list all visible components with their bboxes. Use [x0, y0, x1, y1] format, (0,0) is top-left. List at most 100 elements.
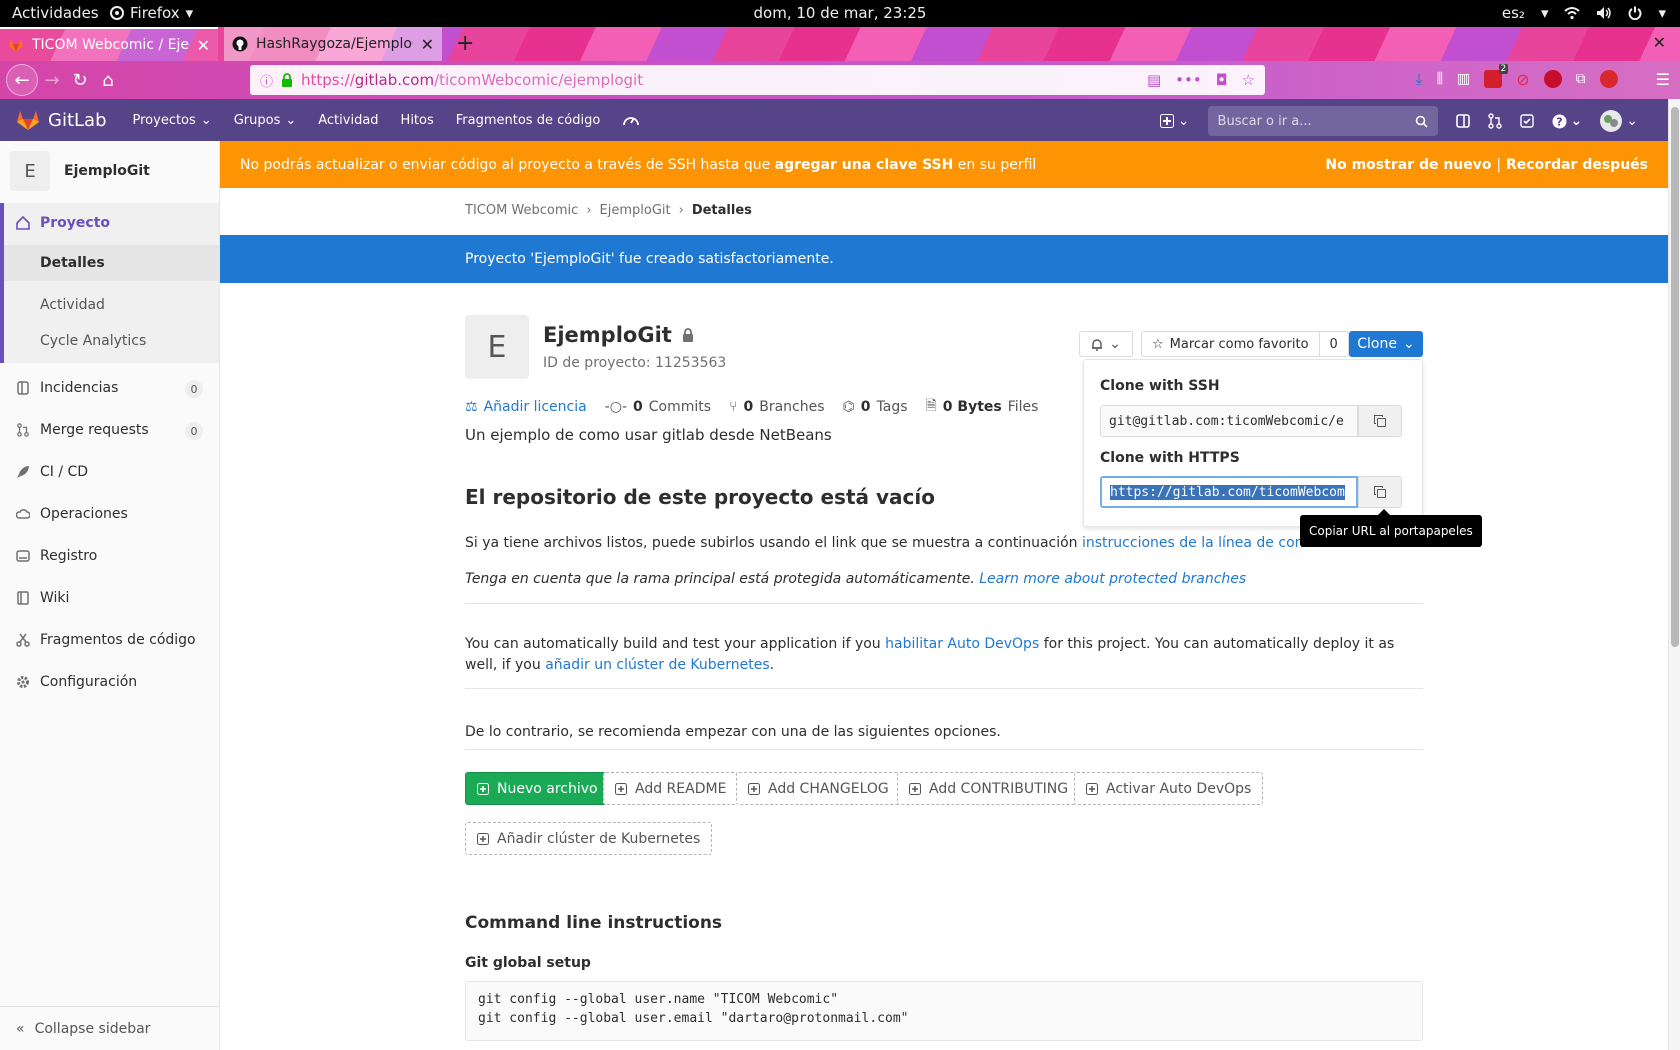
add-changelog-button[interactable]: Add CHANGELOG [736, 772, 901, 805]
breadcrumb: TICOM Webcomic › EjemploGit › Detalles [465, 203, 752, 218]
sidebar-item-configuracion[interactable]: Configuración [0, 661, 219, 703]
home-icon[interactable]: ⌂ [94, 66, 122, 94]
sidebar-item-detalles[interactable]: Detalles [4, 245, 219, 281]
nav-grupos[interactable]: Grupos ⌄ [234, 113, 297, 128]
download-icon[interactable]: ⤓ [1415, 69, 1422, 89]
chevron-down-icon: ⌄ [285, 112, 297, 128]
reader-view-icon[interactable]: ▤ [1147, 71, 1161, 89]
user-avatar[interactable]: ⌄ [1600, 110, 1638, 132]
bookmark-star-icon[interactable]: ☆ [1242, 71, 1255, 89]
close-icon[interactable]: ✕ [197, 36, 210, 55]
gitlab-logo[interactable]: GitLab [16, 109, 107, 131]
sidebar-item-proyecto[interactable]: Proyecto [4, 203, 110, 243]
block-icon[interactable]: ⊘ [1516, 70, 1529, 89]
copy-https-button[interactable] [1358, 476, 1402, 508]
issues-icon [16, 381, 30, 395]
notification-settings-button[interactable]: ⌄ [1079, 331, 1133, 357]
add-contributing-button[interactable]: Add CONTRIBUTING [897, 772, 1081, 805]
window-close-icon[interactable]: ✕ [1653, 33, 1666, 52]
new-tab-icon[interactable]: + [456, 31, 474, 56]
project-avatar-large: E [465, 315, 529, 379]
sidebar-item-actividad[interactable]: Actividad [4, 287, 219, 323]
clone-button[interactable]: Clone ⌄ [1349, 331, 1423, 357]
merge-request-icon[interactable] [1487, 113, 1502, 129]
new-file-button[interactable]: Nuevo archivo [465, 772, 610, 805]
tab-gitlab[interactable]: TICOM Webcomic / Ejem ✕ [0, 27, 218, 61]
tanuki-icon [16, 109, 40, 131]
book-icon [16, 591, 30, 605]
git-setup-code[interactable]: git config --global user.name "TICOM Web… [465, 981, 1423, 1041]
commits-link[interactable]: -○- 0 Commits [605, 399, 711, 415]
clone-https-input[interactable]: https://gitlab.com/ticomWebcom [1100, 476, 1358, 508]
forward-arrow-icon[interactable]: → [38, 66, 66, 94]
chevron-down-icon: ▾ [185, 4, 194, 22]
plus-square-icon [1086, 782, 1098, 795]
performance-bar-icon[interactable] [622, 112, 640, 128]
remind-later-link[interactable]: Recordar después [1506, 157, 1648, 173]
sidebar-project-context[interactable]: E EjemploGit [0, 141, 219, 201]
sidebar-item-merge-requests[interactable]: Merge requests 0 [0, 409, 219, 451]
add-kubernetes-link[interactable]: añadir un clúster de Kubernetes [545, 657, 769, 673]
add-license-link[interactable]: ⚖ Añadir licencia [465, 399, 587, 415]
page-actions-icon[interactable]: ••• [1175, 71, 1202, 89]
keyboard-layout[interactable]: es₂ [1502, 4, 1525, 22]
add-ssh-key-link[interactable]: agregar una clave SSH [775, 157, 954, 173]
app-menu[interactable]: Firefox ▾ [110, 4, 193, 22]
add-kubernetes-cluster-button[interactable]: Añadir clúster de Kubernetes [465, 822, 713, 855]
sidebar-item-registro[interactable]: Registro [0, 535, 219, 577]
search-input[interactable]: Buscar o ir a... [1207, 106, 1438, 136]
nav-actividad[interactable]: Actividad [318, 113, 378, 128]
clock[interactable]: dom, 10 de mar, 23:25 [0, 4, 1680, 22]
sidebar-item-incidencias[interactable]: Incidencias 0 [0, 367, 219, 409]
clone-ssh-input[interactable]: git@gitlab.com:ticomWebcomic/e [1100, 405, 1358, 437]
todo-check-icon[interactable] [1519, 114, 1534, 128]
reload-icon[interactable]: ↻ [66, 66, 94, 94]
divider [465, 688, 1423, 689]
star-count[interactable]: 0 [1320, 337, 1348, 352]
sidebar-item-fragmentos[interactable]: Fragmentos de código [0, 619, 219, 661]
files-link[interactable]: 🗎 0 Bytes Files [926, 395, 1039, 419]
sidebar-item-ci-cd[interactable]: CI / CD [0, 451, 219, 493]
url-protocol: https:// [301, 71, 355, 89]
tags-link[interactable]: ⌬ 0 Tags [843, 399, 908, 415]
system-tray[interactable]: es₂ ▾ ▾ [1502, 4, 1666, 22]
screenshot-icon[interactable]: ⧉ [1576, 71, 1586, 87]
help-icon[interactable]: ? ⌄ [1552, 113, 1582, 129]
hamburger-menu-icon[interactable]: ☰ [1656, 70, 1670, 89]
breadcrumb-current[interactable]: Detalles [692, 203, 752, 218]
enable-auto-devops-link[interactable]: habilitar Auto DevOps [885, 636, 1039, 652]
collapse-sidebar-button[interactable]: « Collapse sidebar [0, 1006, 219, 1050]
breadcrumb-project[interactable]: EjemploGit [600, 203, 671, 218]
nav-proyectos[interactable]: Proyectos ⌄ [133, 113, 212, 128]
extension-notifications-icon[interactable]: 2 [1484, 64, 1509, 88]
tab-github[interactable]: HashRaygoza/EjemploGi ✕ [224, 27, 442, 61]
pocket-icon[interactable]: ◘ [1216, 71, 1228, 89]
sidebar-item-cycle-analytics[interactable]: Cycle Analytics [4, 323, 219, 359]
back-arrow-icon[interactable]: ← [6, 64, 38, 96]
close-icon[interactable]: ✕ [421, 35, 434, 54]
todo-sidebar-icon[interactable] [1455, 114, 1470, 128]
enable-auto-devops-button[interactable]: Activar Auto DevOps [1074, 772, 1264, 805]
adblock-icon[interactable] [1543, 70, 1562, 88]
copy-ssh-button[interactable] [1358, 405, 1402, 437]
library-icon[interactable]: ⫼ [1437, 71, 1443, 87]
nav-hitos[interactable]: Hitos [401, 113, 434, 128]
sidebar-toggle-icon[interactable]: ▥ [1457, 71, 1470, 87]
scrollbar-thumb[interactable] [1671, 107, 1679, 647]
sidebar-item-operaciones[interactable]: Operaciones [0, 493, 219, 535]
branches-link[interactable]: ⑂ 0 Branches [729, 399, 824, 415]
sidebar-item-wiki[interactable]: Wiki [0, 577, 219, 619]
protected-branches-link[interactable]: Learn more about protected branches [979, 571, 1246, 587]
activities-button[interactable]: Actividades [12, 4, 99, 22]
star-button[interactable]: ☆ Marcar como favorito 0 [1141, 331, 1349, 357]
page-scrollbar[interactable] [1668, 99, 1680, 1050]
dont-show-again-link[interactable]: No mostrar de nuevo [1325, 157, 1491, 173]
info-icon[interactable]: ⓘ [260, 71, 273, 90]
url-bar[interactable]: ⓘ https://gitlab.com/ticomWebcomic/ejemp… [250, 65, 1265, 95]
mega-icon[interactable] [1599, 70, 1618, 88]
breadcrumb-group[interactable]: TICOM Webcomic [465, 203, 578, 218]
new-plus-icon[interactable]: ⌄ [1159, 113, 1190, 129]
chevron-down-icon: ▾ [1658, 4, 1666, 22]
add-readme-button[interactable]: Add README [603, 772, 739, 805]
nav-fragmentos[interactable]: Fragmentos de código [456, 113, 601, 128]
